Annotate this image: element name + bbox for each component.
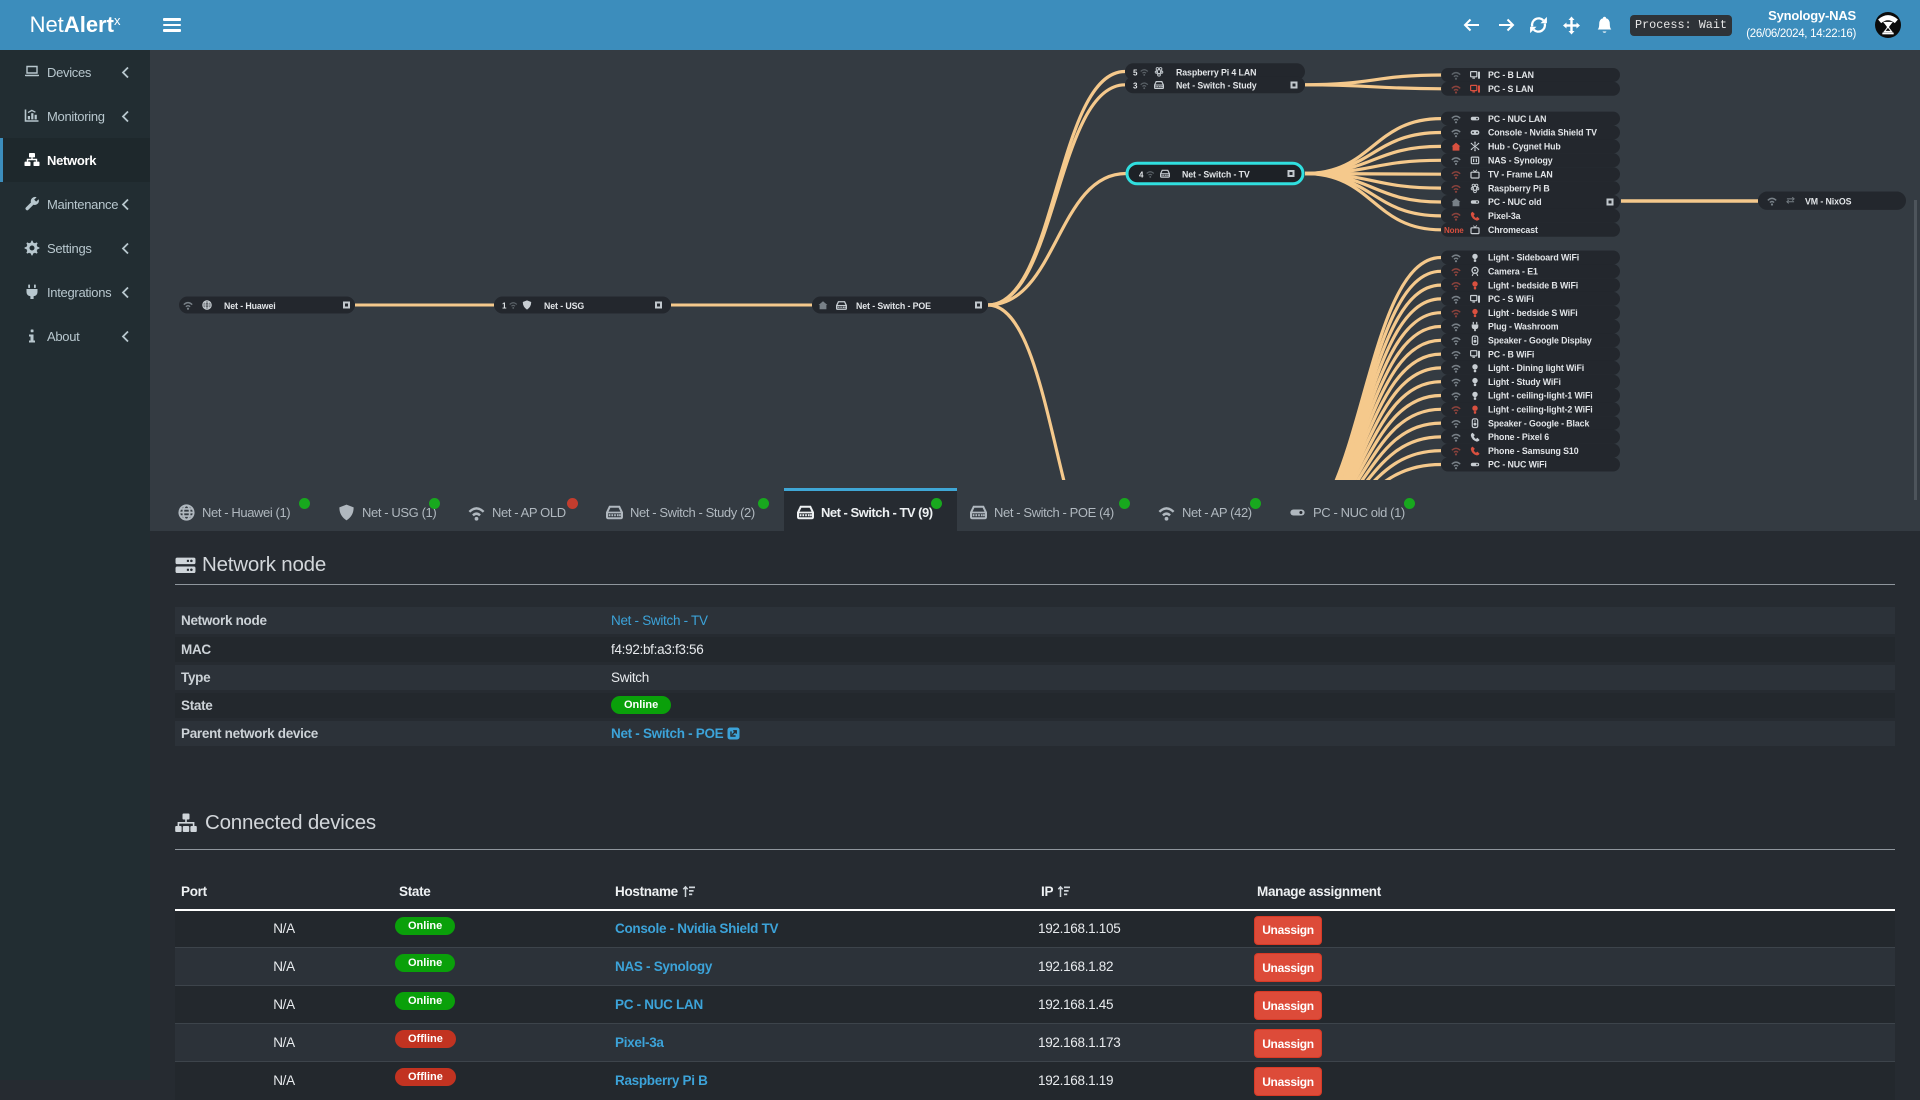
svg-text:TV - Frame LAN: TV - Frame LAN xyxy=(1488,169,1553,179)
svg-text:Phone - Samsung S10: Phone - Samsung S10 xyxy=(1488,446,1579,456)
svg-text:Camera - E1: Camera - E1 xyxy=(1488,267,1538,277)
svg-text:PC - NUC WiFi: PC - NUC WiFi xyxy=(1488,460,1547,470)
svg-text:None: None xyxy=(1444,226,1464,235)
svg-text:3: 3 xyxy=(1133,82,1138,91)
svg-text:Light - Dining light WiFi: Light - Dining light WiFi xyxy=(1488,363,1584,373)
svg-text:Raspberry Pi 4 LAN: Raspberry Pi 4 LAN xyxy=(1176,67,1256,77)
svg-text:Console - Nvidia Shield TV: Console - Nvidia Shield TV xyxy=(1488,128,1597,138)
svg-text:VM - NixOS: VM - NixOS xyxy=(1805,197,1852,207)
svg-text:PC - NUC LAN: PC - NUC LAN xyxy=(1488,114,1546,124)
svg-text:Phone - Pixel 6: Phone - Pixel 6 xyxy=(1488,432,1549,442)
svg-text:NAS - Synology: NAS - Synology xyxy=(1488,156,1553,166)
svg-text:Net - Switch - Study: Net - Switch - Study xyxy=(1176,81,1257,91)
svg-text:Chromecast: Chromecast xyxy=(1488,225,1538,235)
svg-text:Plug - Washroom: Plug - Washroom xyxy=(1488,322,1559,332)
svg-text:Raspberry Pi B: Raspberry Pi B xyxy=(1488,183,1550,193)
svg-text:Net - Switch - TV: Net - Switch - TV xyxy=(1182,169,1250,179)
svg-text:Light - ceiling-light-2 WiFi: Light - ceiling-light-2 WiFi xyxy=(1488,405,1593,415)
svg-text:Net - Huawei: Net - Huawei xyxy=(224,301,276,311)
svg-text:1: 1 xyxy=(502,302,507,311)
svg-text:Net - Switch - POE: Net - Switch - POE xyxy=(856,301,931,311)
svg-text:PC - NUC old: PC - NUC old xyxy=(1488,197,1542,207)
svg-text:Speaker - Google - Black: Speaker - Google - Black xyxy=(1488,418,1589,428)
svg-text:PC - S LAN: PC - S LAN xyxy=(1488,84,1533,94)
svg-text:4: 4 xyxy=(1139,170,1144,179)
svg-text:PC - B LAN: PC - B LAN xyxy=(1488,70,1534,80)
svg-text:Pixel-3a: Pixel-3a xyxy=(1488,211,1521,221)
svg-text:PC - S WiFi: PC - S WiFi xyxy=(1488,294,1534,304)
svg-text:Light - Sideboard WiFi: Light - Sideboard WiFi xyxy=(1488,253,1579,263)
svg-text:Speaker - Google Display: Speaker - Google Display xyxy=(1488,336,1592,346)
svg-text:Hub - Cygnet Hub: Hub - Cygnet Hub xyxy=(1488,142,1561,152)
svg-text:Light - bedside S WiFi: Light - bedside S WiFi xyxy=(1488,308,1578,318)
svg-text:Light - Study WiFi: Light - Study WiFi xyxy=(1488,377,1561,387)
svg-text:Light - bedside B WiFi: Light - bedside B WiFi xyxy=(1488,280,1578,290)
svg-text:5: 5 xyxy=(1133,68,1138,77)
svg-text:Light - ceiling-light-1 WiFi: Light - ceiling-light-1 WiFi xyxy=(1488,391,1593,401)
svg-text:PC - B WiFi: PC - B WiFi xyxy=(1488,349,1534,359)
svg-text:Net - USG: Net - USG xyxy=(544,301,584,311)
